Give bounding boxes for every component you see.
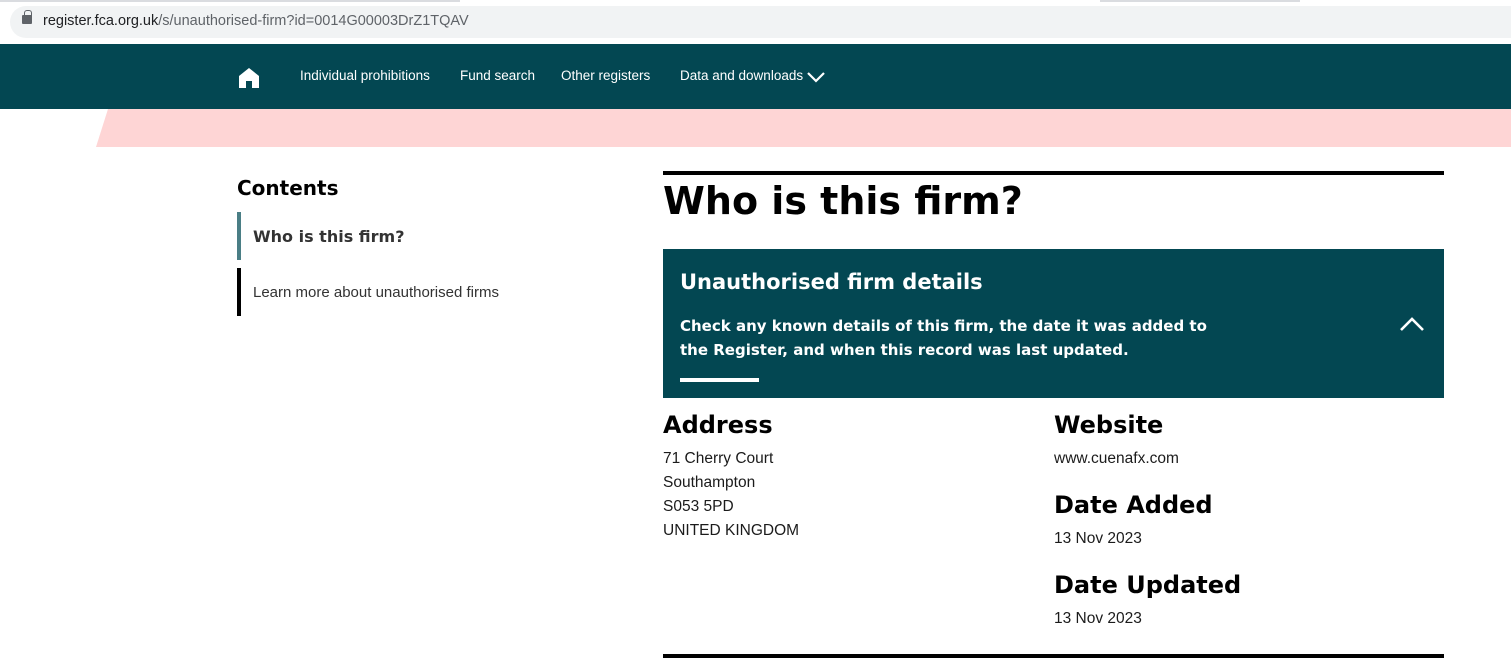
website-value: www.cuenafx.com: [1054, 450, 1179, 467]
address-heading: Address: [663, 411, 773, 439]
website-heading: Website: [1054, 411, 1164, 439]
date-added-value: 13 Nov 2023: [1054, 530, 1142, 547]
nav-data-and-downloads[interactable]: Data and downloads: [680, 68, 803, 83]
nav-fund-search[interactable]: Fund search: [460, 68, 535, 83]
decorative-band: [96, 109, 1511, 147]
nav-other-registers[interactable]: Other registers: [561, 68, 650, 83]
active-indicator: [237, 212, 241, 260]
panel-description: Check any known details of this firm, th…: [680, 317, 1207, 359]
panel-title: Unauthorised firm details: [680, 270, 983, 294]
section-bottom-rule: [663, 654, 1444, 658]
date-updated-heading: Date Updated: [1054, 571, 1242, 599]
firm-details-panel[interactable]: Unauthorised firm details Check any know…: [663, 249, 1444, 398]
url-text[interactable]: register.fca.org.uk/s/unauthorised-firm?…: [43, 13, 469, 29]
lock-icon: [22, 10, 32, 24]
contents-heading: Contents: [237, 176, 339, 200]
date-updated-value: 13 Nov 2023: [1054, 610, 1142, 627]
date-added-heading: Date Added: [1054, 491, 1213, 519]
section-top-rule: [663, 171, 1444, 175]
home-icon[interactable]: [237, 66, 261, 90]
toc-indicator: [237, 268, 241, 316]
tab-divider: [0, 0, 460, 2]
page-title: Who is this firm?: [663, 179, 1023, 223]
chevron-down-icon[interactable]: [806, 70, 826, 84]
toc-item-learn-more[interactable]: Learn more about unauthorised firms: [237, 268, 537, 316]
chevron-up-icon[interactable]: [1399, 315, 1425, 333]
address-line: S053 5PD: [663, 498, 734, 515]
nav-individual-prohibitions[interactable]: Individual prohibitions: [300, 68, 430, 83]
browser-toolbar: register.fca.org.uk/s/unauthorised-firm?…: [0, 0, 1511, 44]
panel-underline: [680, 378, 759, 382]
site-nav: Individual prohibitions Fund search Othe…: [0, 44, 1511, 109]
address-line: 71 Cherry Court: [663, 450, 774, 467]
toc-item-label: Who is this firm?: [253, 227, 405, 246]
url-path: /s/unauthorised-firm?id=0014G00003DrZ1TQ…: [158, 13, 469, 29]
url-host: register.fca.org.uk: [43, 13, 159, 29]
tab-divider: [1100, 0, 1300, 2]
address-line: Southampton: [663, 474, 756, 491]
address-line: UNITED KINGDOM: [663, 522, 800, 539]
toc-item-who-is-this-firm[interactable]: Who is this firm?: [237, 212, 537, 260]
toc-item-label: Learn more about unauthorised firms: [253, 284, 499, 301]
